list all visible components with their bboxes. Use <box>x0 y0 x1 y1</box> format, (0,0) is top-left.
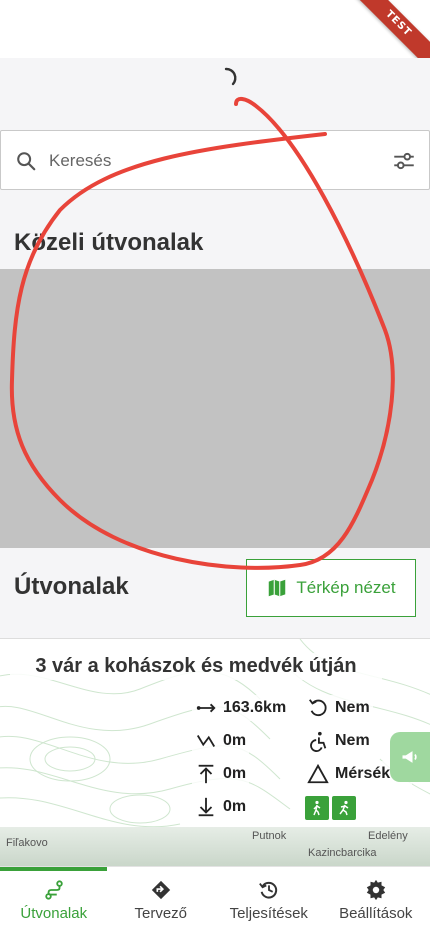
search-input[interactable] <box>49 149 369 173</box>
directions-icon <box>151 880 170 899</box>
route-title: 3 vár a kohászok és medvék útján <box>10 653 382 680</box>
map-icon <box>269 579 286 597</box>
elevation-change-stat: 0m <box>192 728 250 754</box>
distance-stat: 163.6km <box>192 695 290 721</box>
place-label: Fiľakovo <box>6 837 48 849</box>
round-trip-value: Nem <box>335 699 370 716</box>
nav-item-completions[interactable]: Teljesítések <box>215 867 323 932</box>
place-label: Edelény <box>368 830 408 842</box>
route-icon <box>45 879 63 900</box>
nearby-routes-title: Közeli útvonalak <box>14 229 204 256</box>
accessible-stat: Nem <box>304 728 373 754</box>
ascent-value: 0m <box>223 765 247 782</box>
nav-label: Tervező <box>134 904 188 922</box>
history-icon <box>258 881 277 898</box>
nav-item-routes[interactable]: Útvonalak <box>0 867 108 932</box>
activity-badges <box>305 796 356 820</box>
accessible-icon <box>310 731 327 752</box>
bottom-navigation: Útvonalak Tervező Teljesítések Beállítás… <box>0 866 430 932</box>
route-card[interactable]: 3 vár a kohászok és medvék útján 163.6km… <box>0 638 430 866</box>
search-bar <box>0 130 430 190</box>
hiking-icon <box>305 796 329 820</box>
distance-icon <box>196 703 216 713</box>
running-icon <box>332 796 356 820</box>
map-view-button[interactable]: Térkép nézet <box>246 559 416 617</box>
tune-icon[interactable] <box>391 148 417 174</box>
feedback-button[interactable] <box>390 732 430 782</box>
accessible-value: Nem <box>335 732 370 749</box>
place-label: Kazincbarcika <box>308 847 377 859</box>
nav-item-planner[interactable]: Tervező <box>107 867 215 932</box>
round-trip-stat: Nem <box>304 695 373 721</box>
ascent-stat: 0m <box>192 761 250 787</box>
elevation-change-icon <box>196 735 216 747</box>
descent-value: 0m <box>223 798 247 815</box>
difficulty-icon <box>307 763 329 784</box>
round-trip-icon <box>309 699 327 717</box>
route-stats: 163.6km 0m 0m 0m Nem Nem Mérsékelt <box>190 691 415 826</box>
descent-icon <box>198 797 214 817</box>
place-label: Putnok <box>252 830 287 842</box>
nav-label: Útvonalak <box>20 904 88 922</box>
route-map-preview: Putnok Edelény Fiľakovo Kazincbarcika <box>0 827 430 866</box>
nearby-routes-map[interactable] <box>0 269 430 548</box>
descent-stat: 0m <box>192 794 250 820</box>
status-area: TEST <box>0 0 430 74</box>
routes-title: Útvonalak <box>14 573 129 600</box>
settings-icon <box>366 879 385 900</box>
ascent-icon <box>198 764 214 784</box>
loading-spinner-icon <box>224 67 237 86</box>
map-view-label: Térkép nézet <box>296 578 396 597</box>
elevation-change-value: 0m <box>223 732 247 749</box>
refresh-area <box>0 58 430 130</box>
search-icon <box>17 152 36 171</box>
nav-item-settings[interactable]: Beállítások <box>322 867 430 932</box>
megaphone-icon <box>402 751 417 763</box>
distance-value: 163.6km <box>223 699 287 716</box>
nav-label: Teljesítések <box>229 904 308 922</box>
nav-label: Beállítások <box>339 904 413 922</box>
